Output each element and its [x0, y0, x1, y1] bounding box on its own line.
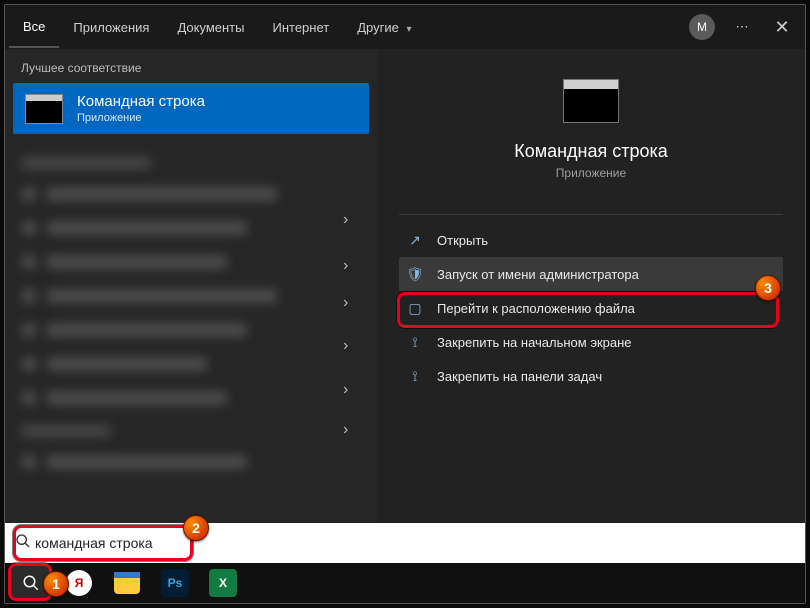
taskbar: Я Ps X — [5, 563, 805, 603]
taskbar-app-excel[interactable]: X — [203, 566, 243, 600]
tab-more-label: Другие — [357, 20, 399, 35]
chevron-right-icon[interactable]: › — [343, 337, 348, 355]
more-options-button[interactable]: ⋯ — [725, 10, 759, 44]
cmd-icon — [25, 94, 63, 124]
action-pin-taskbar[interactable]: ⟟ Закрепить на панели задач — [399, 359, 783, 393]
close-button[interactable]: ✕ — [765, 10, 799, 44]
pin-icon: ⟟ — [407, 368, 423, 384]
action-open-file-location[interactable]: ▢ Перейти к расположению файла — [399, 291, 783, 325]
best-match-result[interactable]: Командная строка Приложение — [13, 83, 369, 134]
action-open-label: Открыть — [437, 233, 488, 248]
action-open[interactable]: ↗ Открыть — [399, 223, 783, 257]
preview-title: Командная строка — [514, 141, 668, 162]
annotation-badge-2: 2 — [183, 515, 209, 541]
action-pin-start-label: Закрепить на начальном экране — [437, 335, 632, 350]
taskbar-app-photoshop[interactable]: Ps — [155, 566, 195, 600]
action-run-as-admin-label: Запуск от имени администратора — [437, 267, 639, 282]
preview-panel: Командная строка Приложение ↗ Открыть 🛡 … — [377, 49, 805, 523]
other-results-blurred — [5, 144, 377, 523]
tab-all[interactable]: Все — [9, 7, 59, 48]
best-match-title: Командная строка — [77, 93, 205, 110]
section-best-match-label: Лучшее соответствие — [5, 49, 377, 83]
pin-icon: ⟟ — [407, 334, 423, 350]
action-pin-start[interactable]: ⟟ Закрепить на начальном экране — [399, 325, 783, 359]
results-panel: Лучшее соответствие Командная строка При… — [5, 49, 377, 523]
cmd-icon-large — [563, 79, 619, 123]
chevron-down-icon: ▾ — [406, 24, 411, 35]
tab-web[interactable]: Интернет — [258, 8, 343, 47]
chevron-right-icon[interactable]: › — [343, 294, 348, 312]
avatar-letter: М — [697, 20, 707, 34]
action-run-as-admin[interactable]: 🛡 Запуск от имени администратора — [399, 257, 783, 291]
user-avatar[interactable]: М — [685, 10, 719, 44]
shield-icon: 🛡 — [407, 266, 423, 282]
search-bar — [5, 523, 805, 563]
annotation-badge-1: 1 — [43, 571, 69, 597]
preview-subtitle: Приложение — [556, 166, 626, 180]
search-icon — [15, 533, 35, 553]
chevron-right-icon[interactable]: › — [343, 257, 348, 275]
chevron-right-icon[interactable]: › — [343, 211, 348, 229]
tab-more[interactable]: Другие ▾ — [343, 8, 425, 47]
search-input[interactable] — [35, 535, 795, 551]
open-icon: ↗ — [407, 232, 423, 248]
folder-icon: ▢ — [407, 300, 423, 316]
actions-list: ↗ Открыть 🛡 Запуск от имени администрато… — [399, 214, 783, 393]
chevron-right-icon[interactable]: › — [343, 421, 348, 439]
best-match-subtitle: Приложение — [77, 112, 205, 124]
tab-documents[interactable]: Документы — [163, 8, 258, 47]
tab-apps[interactable]: Приложения — [59, 8, 163, 47]
action-open-file-location-label: Перейти к расположению файла — [437, 301, 635, 316]
annotation-badge-3: 3 — [755, 275, 781, 301]
search-filter-tabs: Все Приложения Документы Интернет Другие… — [5, 5, 805, 49]
action-pin-taskbar-label: Закрепить на панели задач — [437, 369, 602, 384]
taskbar-app-explorer[interactable] — [107, 566, 147, 600]
chevron-right-icon[interactable]: › — [343, 381, 348, 399]
